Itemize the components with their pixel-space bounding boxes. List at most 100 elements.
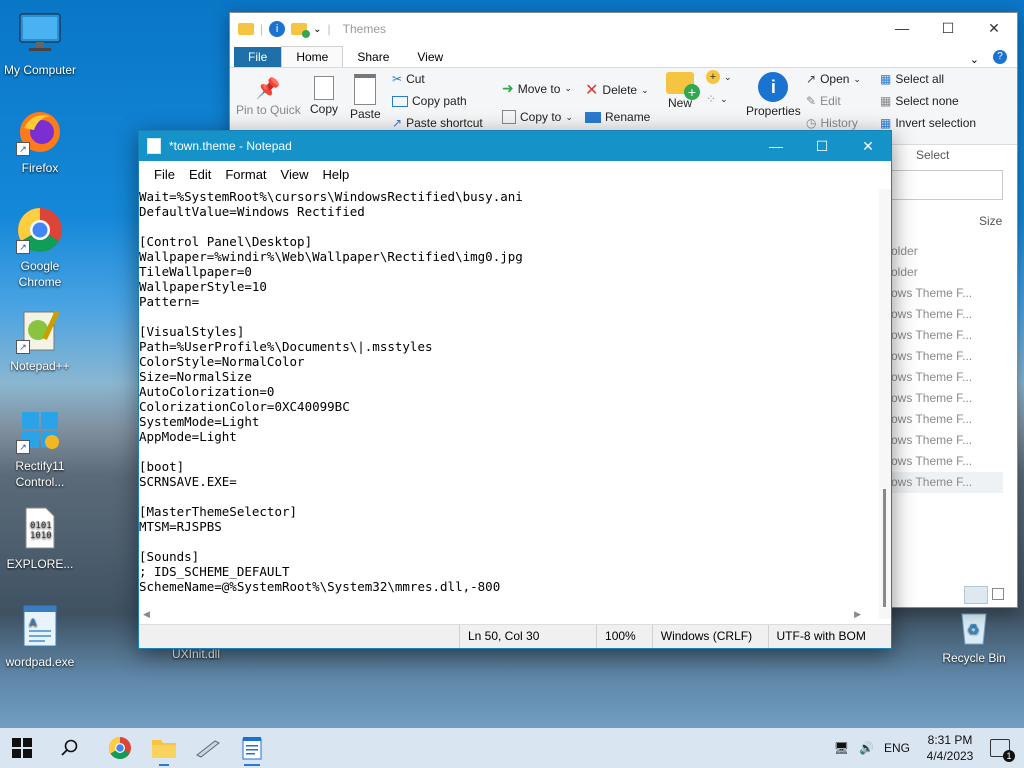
help-icon[interactable]: ? [993,50,1007,64]
properties-button[interactable]: i Properties [746,72,801,118]
desktop-icon-recycle-bin[interactable]: ♻ Recycle Bin [934,606,1014,666]
file-row[interactable]: ows Theme F... [889,451,1003,472]
start-button[interactable] [0,728,44,768]
text-line [139,219,879,234]
taskbar-notepad[interactable] [230,728,274,768]
file-row[interactable]: ows Theme F... [889,283,1003,304]
minimize-button[interactable]: — [879,13,925,43]
file-row[interactable]: ows Theme F... [889,367,1003,388]
invert-selection-button[interactable]: ▦ Invert selection [880,116,976,130]
move-to-button[interactable]: ➜ Move to ⌄ [502,80,572,97]
pin-to-quick-button[interactable]: 📌 Pin to Quick [236,76,301,117]
open-label: Open [820,72,850,86]
explorer-title-bar[interactable]: | i ⌄ | Themes — ☐ ✕ [230,13,1017,45]
select-none-button[interactable]: ▦ Select none [880,94,959,108]
text-line: TileWallpaper=0 [139,264,252,279]
file-row[interactable]: ows Theme F... [889,388,1003,409]
delete-button[interactable]: ✕ Delete ⌄ [585,80,649,100]
taskbar-chrome[interactable] [98,728,142,768]
chrome-icon: ↗ [16,206,64,254]
new-folder-quick-icon[interactable] [291,23,311,38]
text-line: Pattern= [139,294,200,309]
column-header-size[interactable]: Size [979,214,1002,228]
taskbar-app[interactable] [186,728,230,768]
firefox-icon: ↗ [16,108,64,156]
text-editor[interactable]: Wait=%SystemRoot%\cursors\WindowsRectifi… [139,189,879,617]
desktop-icon-chrome[interactable]: ↗ Google Chrome [0,206,80,290]
notepad-title-bar[interactable]: *town.theme - Notepad — ☐ ✕ [139,131,891,161]
file-row[interactable]: ows Theme F... [889,430,1003,451]
file-row[interactable]: ows Theme F... [889,409,1003,430]
search-box[interactable] [889,170,1003,200]
easy-access-button[interactable]: ⁘ ⌄ [706,92,728,106]
menu-edit[interactable]: Edit [182,167,218,182]
menu-format[interactable]: Format [218,167,273,182]
file-row[interactable]: ows Theme F... [889,472,1003,493]
minimize-button[interactable]: — [753,131,799,161]
desktop-icon-label: My Computer [3,63,77,77]
new-item-button[interactable]: + ⌄ [706,70,732,84]
ribbon-tabs: File Home Share View ⌄ ? [230,45,1017,68]
desktop-icon-firefox[interactable]: ↗ Firefox [0,108,80,176]
clock[interactable]: 8:31 PM 4/4/2023 [920,732,980,764]
file-row[interactable]: older [889,241,1003,262]
taskbar: 🖥 🔊 ENG 8:31 PM 4/4/2023 1 [0,728,1024,768]
history-button[interactable]: ◷ History [806,116,858,130]
volume-icon[interactable]: 🔊 [859,741,874,755]
chevron-down-icon[interactable]: ⌄ [313,24,321,35]
menu-help[interactable]: Help [315,167,356,182]
vertical-scrollbar[interactable] [879,189,891,619]
scrollbar-thumb[interactable] [883,489,886,607]
large-icons-view-button[interactable] [992,588,1004,600]
taskbar-file-explorer[interactable] [142,728,186,768]
open-button[interactable]: ↗ Open ⌄ [806,72,861,86]
desktop-icon-explorer-exe[interactable]: 0101 1010 EXPLORE... [0,504,80,572]
search-button[interactable] [48,728,92,768]
scroll-left-icon[interactable]: ◀ [143,609,150,620]
copy-to-icon [502,110,516,124]
language-indicator[interactable]: ENG [884,741,910,755]
file-row[interactable]: older [889,262,1003,283]
chrome-icon [109,737,131,759]
edit-button[interactable]: ✎ Edit [806,94,841,108]
copy-to-button[interactable]: Copy to ⌄ [502,110,573,124]
menu-file[interactable]: File [147,167,182,182]
scroll-right-icon[interactable]: ▶ [854,609,861,620]
text-line: [MasterThemeSelector] [139,504,298,519]
notification-button[interactable]: 1 [990,739,1015,762]
copy-path-button[interactable]: Copy path [392,94,467,108]
tab-share[interactable]: Share [343,47,403,67]
cut-button[interactable]: ✂ Cut [392,72,425,86]
network-icon[interactable]: 🖥 [834,741,849,755]
properties-quick-icon[interactable]: i [269,21,286,37]
tab-view[interactable]: View [403,47,457,67]
notepad-window[interactable]: *town.theme - Notepad — ☐ ✕ File Edit Fo… [138,130,892,649]
select-all-button[interactable]: ▦ Select all [880,72,944,86]
maximize-button[interactable]: ☐ [925,13,971,43]
paste-shortcut-button[interactable]: ↗ Paste shortcut [392,116,483,130]
horizontal-scrollbar[interactable]: ◀ ▶ [139,609,879,623]
file-row[interactable]: ows Theme F... [889,346,1003,367]
new-folder-button[interactable]: + New [666,72,700,110]
desktop-icon-notepadpp[interactable]: ↗ Notepad++ [0,306,80,374]
rename-button[interactable]: Rename [585,110,650,124]
pin-icon: 📌 [255,78,281,100]
status-spacer [139,625,459,648]
paste-button[interactable]: Paste [350,74,381,121]
close-button[interactable]: ✕ [971,13,1017,43]
details-view-button[interactable] [964,586,988,604]
close-button[interactable]: ✕ [845,131,891,161]
maximize-button[interactable]: ☐ [799,131,845,161]
tab-home[interactable]: Home [281,46,344,67]
file-row[interactable]: ows Theme F... [889,304,1003,325]
desktop-icon-wordpad[interactable]: A wordpad.exe [0,602,80,670]
tab-file[interactable]: File [234,47,282,67]
chevron-down-icon[interactable]: ⌄ [970,53,979,66]
copy-button[interactable]: Copy [310,76,338,116]
desktop-icon-rectify11[interactable]: ↗ Rectify11 Control... [0,406,80,490]
chevron-down-icon: ⌄ [724,71,732,82]
menu-view[interactable]: View [274,167,316,182]
file-row[interactable]: ows Theme F... [889,325,1003,346]
desktop-icon-my-computer[interactable]: My Computer [0,10,80,78]
notepad-icon [147,138,161,154]
